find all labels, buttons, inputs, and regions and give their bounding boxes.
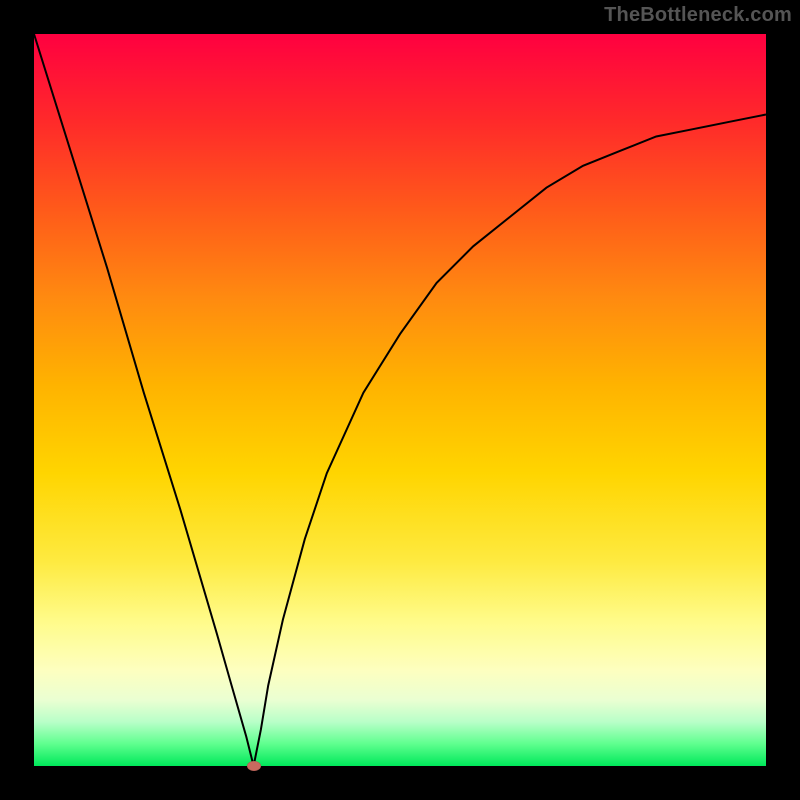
bottleneck-curve bbox=[34, 34, 766, 766]
minimum-marker bbox=[247, 761, 261, 771]
chart-frame: TheBottleneck.com bbox=[0, 0, 800, 800]
attribution-text: TheBottleneck.com bbox=[604, 4, 792, 27]
plot-area bbox=[34, 34, 766, 766]
